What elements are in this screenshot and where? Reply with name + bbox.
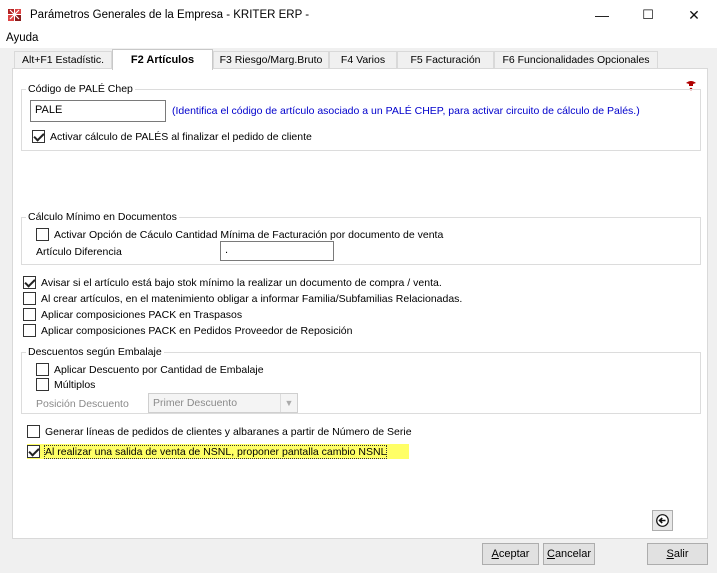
articulo-diferencia-label: Artículo Diferencia	[36, 246, 122, 258]
multiplos-checkbox[interactable]	[36, 378, 49, 391]
obligar-familia-label: Al crear artículos, en el matenimiento o…	[41, 293, 463, 305]
aplicar-descuento-label: Aplicar Descuento por Cantidad de Embala…	[54, 364, 264, 376]
posicion-descuento-label: Posición Descuento	[36, 398, 129, 410]
pack-pedidos-label: Aplicar composiciones PACK en Pedidos Pr…	[41, 325, 353, 337]
descuentos-title: Descuentos según Embalaje	[26, 346, 164, 358]
pale-group: Código de PALÉ Chep PALE (Identifica el …	[21, 83, 701, 151]
cancelar-button[interactable]: Cancelar	[543, 543, 595, 565]
kriter-app-icon	[8, 9, 21, 21]
aviso-stock-checkbox[interactable]	[23, 276, 36, 289]
calculo-minimo-title: Cálculo Mínimo en Documentos	[26, 211, 179, 223]
salir-button[interactable]: Salir	[647, 543, 708, 565]
pale-hint: (Identifica el código de artículo asocia…	[172, 105, 640, 117]
calculo-minimo-label: Activar Opción de Cáculo Cantidad Mínima…	[54, 229, 444, 241]
tab-estadistic[interactable]: Alt+F1 Estadístic.	[14, 51, 112, 69]
back-arrow-icon	[656, 514, 669, 527]
multiplos-label: Múltiplos	[54, 379, 96, 391]
pack-traspasos-checkbox[interactable]	[23, 308, 36, 321]
tab-riesgo[interactable]: F3 Riesgo/Marg.Bruto	[213, 51, 329, 69]
activar-pales-checkbox[interactable]	[32, 130, 45, 143]
pale-code-input[interactable]: PALE	[30, 100, 166, 122]
chevron-down-icon: ▼	[280, 394, 297, 412]
numero-serie-label: Generar líneas de pedidos de clientes y …	[45, 426, 412, 438]
pack-pedidos-checkbox[interactable]	[23, 324, 36, 337]
cancelar-mnemonic: C	[546, 548, 555, 560]
tab-articulos[interactable]: F2 Artículos	[112, 49, 213, 70]
articulos-panel: Código de PALÉ Chep PALE (Identifica el …	[12, 68, 708, 539]
calculo-minimo-checkbox[interactable]	[36, 228, 49, 241]
back-arrow-button[interactable]	[652, 510, 673, 531]
activar-pales-label: Activar cálculo de PALÉS al finalizar el…	[50, 131, 312, 143]
cancelar-label: ancelar	[554, 548, 592, 560]
aceptar-mnemonic: A	[491, 548, 499, 560]
aviso-stock-label: Avisar si el artículo está bajo stok mín…	[41, 277, 442, 289]
menu-ayuda[interactable]: Ayuda	[6, 32, 38, 44]
nsnl-label: Al realizar una salida de venta de NSNL,…	[43, 445, 388, 459]
aceptar-button[interactable]: Aceptar	[482, 543, 539, 565]
descuentos-group: Descuentos según Embalaje Aplicar Descue…	[21, 346, 701, 414]
tab-funcionalidades[interactable]: F6 Funcionalidades Opcionales	[494, 51, 658, 69]
calculo-minimo-group: Cálculo Mínimo en Documentos Activar Opc…	[21, 211, 701, 265]
salir-label: alir	[673, 548, 689, 560]
pack-traspasos-label: Aplicar composiciones PACK en Traspasos	[41, 309, 243, 321]
tab-facturacion[interactable]: F5 Facturación	[397, 51, 494, 69]
window-title: Parámetros Generales de la Empresa - KRI…	[30, 9, 310, 21]
posicion-descuento-select[interactable]: Primer Descuento ▼	[148, 393, 298, 413]
title-bar: Parámetros Generales de la Empresa - KRI…	[0, 0, 717, 30]
pale-group-title: Código de PALÉ Chep	[26, 83, 135, 95]
tab-varios[interactable]: F4 Varios	[329, 51, 397, 69]
close-button[interactable]: ✕	[671, 0, 717, 30]
numero-serie-checkbox[interactable]	[27, 425, 40, 438]
nsnl-checkbox[interactable]	[27, 445, 40, 458]
articulo-diferencia-input[interactable]: .	[220, 241, 334, 261]
tab-strip: Alt+F1 Estadístic. F2 Artículos F3 Riesg…	[0, 49, 717, 70]
maximize-button[interactable]: ☐	[625, 0, 671, 30]
minimize-button[interactable]: —	[579, 0, 625, 30]
obligar-familia-checkbox[interactable]	[23, 292, 36, 305]
aceptar-label: ceptar	[498, 548, 530, 560]
menu-bar: Ayuda	[0, 30, 717, 48]
posicion-descuento-value: Primer Descuento	[153, 397, 238, 409]
salir-mnemonic: S	[666, 548, 674, 560]
aplicar-descuento-checkbox[interactable]	[36, 363, 49, 376]
